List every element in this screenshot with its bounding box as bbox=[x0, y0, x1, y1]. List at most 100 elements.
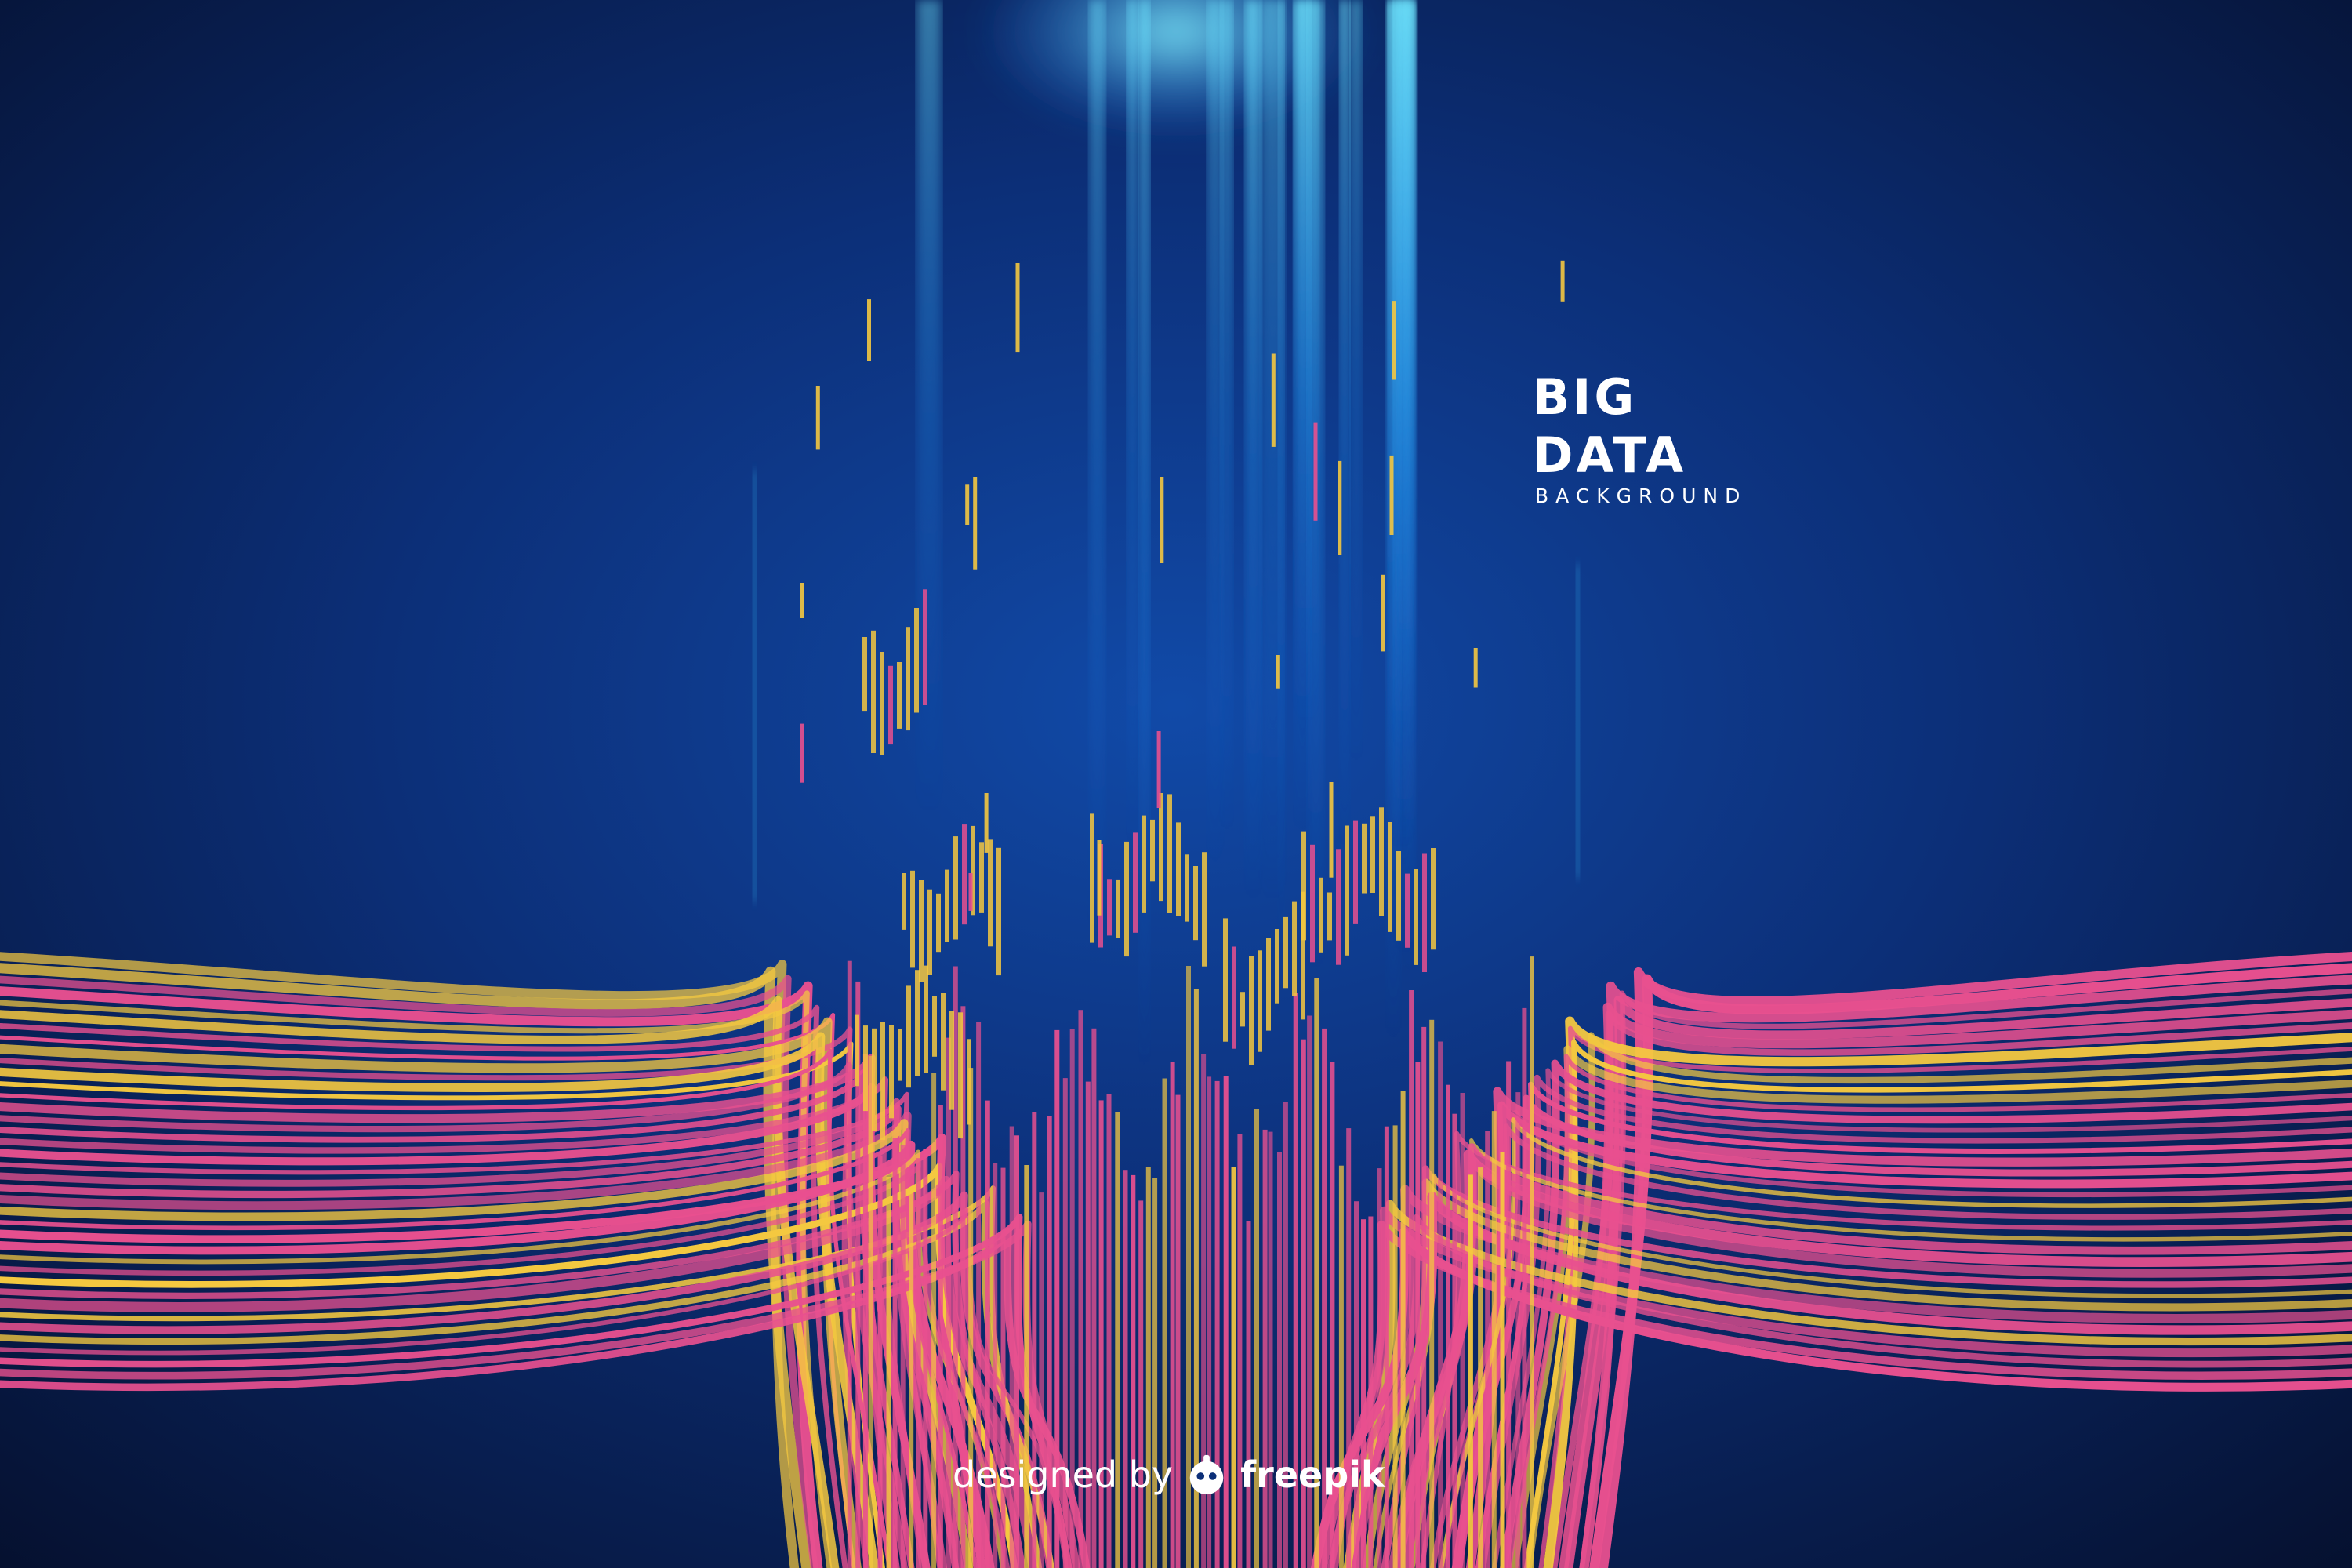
data-bar bbox=[1500, 1152, 1505, 1568]
data-bar bbox=[1000, 1167, 1006, 1568]
data-bar bbox=[862, 1054, 868, 1568]
data-bar bbox=[1193, 866, 1198, 941]
data-bar bbox=[1379, 807, 1384, 916]
data-bar bbox=[1150, 819, 1155, 882]
light-beam bbox=[1576, 564, 1580, 878]
data-bar bbox=[1115, 1112, 1120, 1568]
data-bar bbox=[868, 1055, 873, 1568]
data-bar bbox=[862, 637, 867, 712]
data-bar bbox=[1246, 1221, 1251, 1568]
data-bar bbox=[923, 589, 927, 705]
data-bar bbox=[1160, 477, 1164, 563]
data-bar bbox=[993, 1163, 998, 1568]
data-bar bbox=[1368, 1216, 1374, 1568]
data-bar bbox=[1522, 1007, 1527, 1568]
data-bar bbox=[1167, 794, 1172, 913]
data-bar bbox=[1336, 849, 1341, 965]
data-bar bbox=[847, 960, 852, 1568]
data-bar bbox=[916, 1158, 921, 1568]
data-bar bbox=[800, 723, 804, 783]
data-bar bbox=[1258, 950, 1262, 1052]
data-bar bbox=[872, 1028, 877, 1131]
data-bar bbox=[886, 1177, 891, 1568]
data-bar bbox=[1468, 1174, 1473, 1568]
data-bar bbox=[1422, 853, 1427, 972]
data-bar bbox=[892, 1138, 898, 1568]
data-bar bbox=[938, 1105, 943, 1568]
data-bar bbox=[1124, 841, 1129, 957]
data-bar bbox=[1381, 574, 1385, 652]
data-bar bbox=[988, 839, 993, 947]
light-beam bbox=[1403, 0, 1417, 984]
data-bar bbox=[1275, 929, 1279, 1004]
data-bar bbox=[945, 869, 949, 942]
data-bar bbox=[1231, 1167, 1236, 1568]
data-bar bbox=[1202, 852, 1207, 967]
data-bar bbox=[1138, 1200, 1144, 1568]
data-bar bbox=[1353, 820, 1358, 924]
headline: BIG DATA bbox=[1533, 368, 1686, 485]
data-bar bbox=[1446, 1084, 1450, 1568]
data-bar bbox=[910, 870, 915, 968]
data-bar bbox=[1268, 1131, 1273, 1568]
data-bar bbox=[968, 873, 973, 911]
data-bar bbox=[1361, 1219, 1366, 1568]
data-bar bbox=[1098, 1100, 1104, 1568]
data-bar bbox=[1530, 956, 1534, 1568]
data-bar bbox=[1301, 831, 1306, 941]
data-bar bbox=[1392, 1125, 1398, 1568]
data-bar bbox=[1421, 1026, 1427, 1568]
credit-brand: freepik bbox=[1240, 1454, 1385, 1496]
headline-line-2: DATA bbox=[1533, 426, 1687, 484]
data-bar bbox=[897, 662, 902, 729]
data-bar bbox=[1362, 823, 1367, 894]
data-bar bbox=[1015, 263, 1020, 353]
data-bar bbox=[924, 965, 928, 1073]
data-bar bbox=[888, 665, 893, 745]
data-bar bbox=[1491, 1111, 1497, 1568]
light-beam bbox=[1127, 0, 1138, 849]
data-bar bbox=[1313, 422, 1318, 521]
data-bar bbox=[1370, 816, 1375, 893]
credit-prefix: designed by bbox=[953, 1454, 1174, 1496]
data-bar bbox=[953, 836, 958, 940]
data-bar bbox=[1506, 1061, 1512, 1568]
data-bar bbox=[909, 1193, 914, 1568]
data-bar bbox=[946, 1037, 951, 1568]
freepik-logo-icon bbox=[1189, 1454, 1224, 1495]
data-bar bbox=[871, 630, 876, 753]
data-bar bbox=[941, 993, 946, 1091]
data-bar bbox=[1473, 648, 1478, 688]
data-bar bbox=[967, 1039, 971, 1125]
data-bar bbox=[1123, 1170, 1128, 1568]
data-bar bbox=[1460, 1093, 1465, 1568]
data-bar bbox=[1396, 851, 1401, 941]
data-bar bbox=[1116, 879, 1120, 938]
light-beam bbox=[1350, 0, 1363, 766]
data-bar bbox=[949, 1011, 954, 1110]
data-bar bbox=[1014, 1135, 1019, 1568]
data-bar bbox=[1292, 901, 1297, 996]
data-bar bbox=[996, 847, 1001, 976]
data-bar bbox=[931, 1073, 937, 1568]
data-bar bbox=[1392, 301, 1396, 380]
data-bar bbox=[1409, 990, 1414, 1568]
data-bar bbox=[880, 1022, 885, 1140]
data-bar bbox=[1032, 1112, 1037, 1568]
data-bar bbox=[1400, 1091, 1406, 1568]
data-bar bbox=[902, 873, 906, 930]
data-bar bbox=[1515, 1092, 1521, 1568]
data-bar bbox=[1277, 1152, 1282, 1568]
data-bar bbox=[1354, 1201, 1359, 1568]
big-data-illustration bbox=[0, 0, 2352, 1568]
data-bar bbox=[1039, 1192, 1044, 1568]
data-bar bbox=[1131, 1174, 1136, 1568]
data-bar bbox=[1156, 731, 1161, 808]
data-bar bbox=[1249, 956, 1254, 1065]
data-bar bbox=[1388, 822, 1392, 932]
data-bar bbox=[1414, 869, 1418, 965]
data-bar bbox=[973, 477, 978, 570]
data-bar bbox=[1009, 1126, 1014, 1568]
data-bar bbox=[1485, 1131, 1490, 1568]
data-bar bbox=[915, 970, 920, 1076]
